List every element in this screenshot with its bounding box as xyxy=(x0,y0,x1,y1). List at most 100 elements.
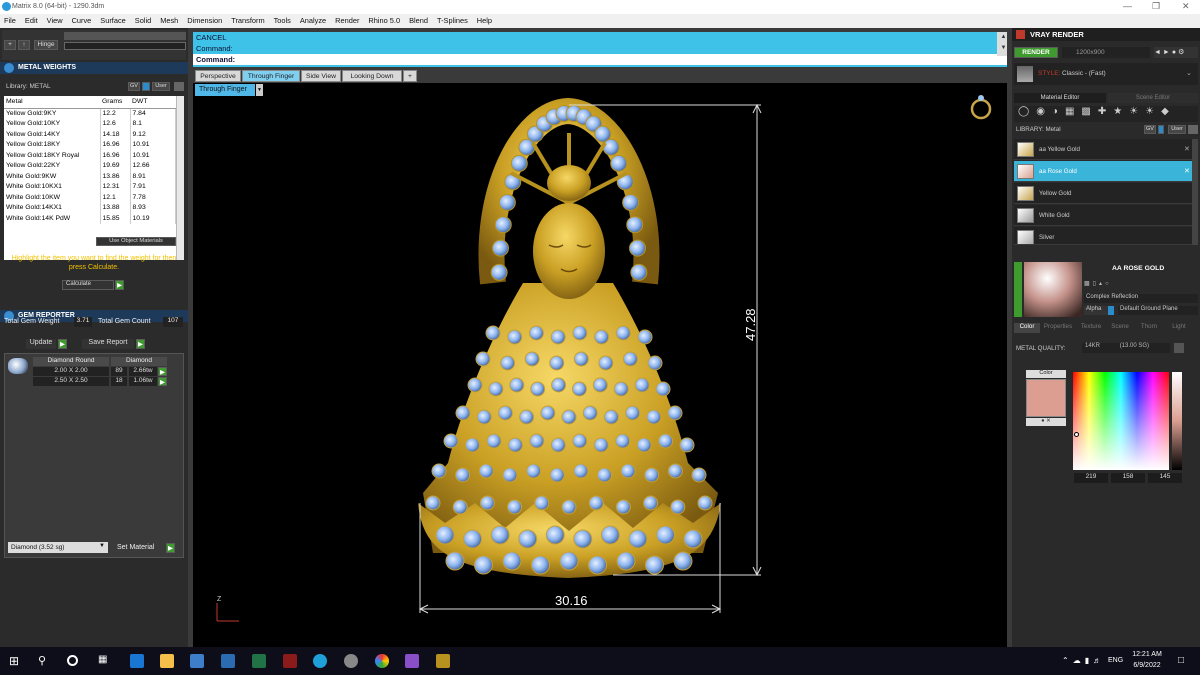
render-button[interactable]: RENDER xyxy=(1014,47,1058,58)
add-view-tab-button[interactable]: + xyxy=(403,70,417,82)
metal-row[interactable]: Yellow Gold:22KY 19.69 12.66 xyxy=(4,160,176,171)
subtab-scene[interactable]: Scene xyxy=(1106,323,1134,333)
3d-viewport[interactable]: 47.28 30.16 Z xyxy=(193,83,1007,647)
cortana-icon[interactable] xyxy=(67,655,78,666)
app-red-icon[interactable] xyxy=(283,654,297,668)
material-toolbar[interactable]: ◯◉◑▦▩✚★☀☀◆ xyxy=(1014,106,1198,122)
material-tools-icon[interactable]: ▩▯▴○ xyxy=(1084,280,1198,290)
reflection-select[interactable]: Complex Reflection xyxy=(1084,294,1198,303)
task-view-icon[interactable]: ▦ xyxy=(98,654,112,668)
app-purple-icon[interactable] xyxy=(405,654,419,668)
rgb-red-field[interactable]: 219 xyxy=(1074,473,1108,483)
metal-quality-select[interactable]: 14KR (13.00 SG) xyxy=(1082,343,1170,353)
brightness-slider[interactable] xyxy=(1172,372,1182,470)
clock-date[interactable]: 6/9/2022 xyxy=(1131,662,1163,669)
metal-quality-button[interactable] xyxy=(1174,343,1184,353)
menu-dimension[interactable]: Dimension xyxy=(183,14,227,28)
tab-through-finger[interactable]: Through Finger xyxy=(242,70,300,82)
add-icon[interactable]: + xyxy=(4,40,16,50)
gv-button[interactable]: GV xyxy=(128,82,140,91)
notification-icon[interactable]: □ xyxy=(1178,655,1184,666)
style-row[interactable]: STYLE: Classic - (Fast) ⌄ xyxy=(1014,63,1198,85)
material-item-white-gold[interactable]: White Gold xyxy=(1014,205,1198,226)
menu-rhino[interactable]: Rhino 5.0 xyxy=(364,14,405,28)
calculate-button[interactable]: Calculate xyxy=(62,280,114,290)
menu-tools[interactable]: Tools xyxy=(270,14,296,28)
tray-icons[interactable]: ⌃☁▮♬ xyxy=(1062,656,1105,665)
tab-side-view[interactable]: Side View xyxy=(301,70,341,82)
set-material-go-icon[interactable]: ▶ xyxy=(166,543,175,553)
ring-icon[interactable] xyxy=(970,95,992,120)
menu-help[interactable]: Help xyxy=(473,14,497,28)
color-spectrum[interactable] xyxy=(1073,372,1169,470)
tab-scene-editor[interactable]: Scene Editor xyxy=(1108,93,1198,103)
menu-mesh[interactable]: Mesh xyxy=(156,14,183,28)
hinge-button[interactable]: Hinge xyxy=(34,40,58,50)
menu-render[interactable]: Render xyxy=(331,14,364,28)
toolbar-slider[interactable] xyxy=(64,42,186,50)
alpha-toggle[interactable] xyxy=(1108,306,1114,315)
user-toggle[interactable] xyxy=(174,82,184,91)
vray-gv-toggle[interactable] xyxy=(1158,125,1164,134)
rhino-icon[interactable] xyxy=(344,654,358,668)
color-picker-handle[interactable] xyxy=(1074,432,1079,437)
file-explorer-icon[interactable] xyxy=(160,654,174,668)
menu-blend[interactable]: Blend xyxy=(405,14,433,28)
menu-curve[interactable]: Curve xyxy=(68,14,97,28)
col-grams[interactable]: Grams xyxy=(100,96,130,109)
subtab-thorn[interactable]: Thorn xyxy=(1134,323,1164,333)
excel-icon[interactable] xyxy=(252,654,266,668)
update-button[interactable]: Update xyxy=(26,339,56,349)
material-item-silver[interactable]: Silver xyxy=(1014,227,1198,245)
language-indicator[interactable]: ENG xyxy=(1108,657,1123,664)
material-item-yellow-gold[interactable]: Yellow Gold xyxy=(1014,183,1198,204)
vray-user-button[interactable]: User xyxy=(1168,125,1186,134)
gem-row-2-select-icon[interactable]: ▶ xyxy=(158,377,167,386)
material-item-aa-yellow-gold[interactable]: aa Yellow Gold ✕ xyxy=(1014,139,1198,160)
gem-row-2-size[interactable]: 2.50 X 2.50 xyxy=(33,377,109,386)
store-icon[interactable] xyxy=(190,654,204,668)
save-report-button[interactable]: Save Report xyxy=(82,339,134,349)
chevron-down-icon[interactable]: ▼ xyxy=(99,543,107,552)
menu-view[interactable]: View xyxy=(43,14,68,28)
menu-surface[interactable]: Surface xyxy=(96,14,130,28)
command-scrollbar[interactable]: ▲ ▼ xyxy=(997,32,1007,56)
view-menu-chevron-icon[interactable]: ▼ xyxy=(256,84,263,96)
material-item-aa-rose-gold[interactable]: aa Rose Gold ✕ xyxy=(1014,161,1198,182)
subtab-color[interactable]: Color xyxy=(1014,323,1040,333)
use-object-materials-button[interactable]: Use Object Materials xyxy=(96,237,176,246)
active-view-label[interactable]: Through Finger xyxy=(195,84,255,96)
metal-row[interactable]: White Gold:10KW 12.1 7.78 xyxy=(4,192,176,203)
table-scrollbar[interactable] xyxy=(176,96,184,260)
metal-row[interactable]: Yellow Gold:18KY 16.96 10.91 xyxy=(4,139,176,150)
user-button[interactable]: User xyxy=(152,82,170,91)
maximize-icon[interactable]: ❐ xyxy=(1152,1,1160,12)
subtab-texture[interactable]: Texture xyxy=(1076,323,1106,333)
remove-icon[interactable]: ✕ xyxy=(1184,167,1190,175)
metal-row[interactable]: White Gold:9KW 13.86 8.91 xyxy=(4,171,176,182)
metal-row[interactable]: Yellow Gold:18KY Royal 16.96 10.91 xyxy=(4,150,176,161)
gem-row-1-size[interactable]: 2.00 X 2.00 xyxy=(33,367,109,376)
metal-row[interactable]: Yellow Gold:10KY 12.6 8.1 xyxy=(4,118,176,129)
menu-transform[interactable]: Transform xyxy=(227,14,269,28)
tab-looking-down[interactable]: Looking Down xyxy=(342,70,402,82)
menu-solid[interactable]: Solid xyxy=(131,14,156,28)
remove-icon[interactable]: ✕ xyxy=(1184,145,1190,153)
expand-arrow-icon[interactable] xyxy=(1014,262,1022,317)
render-controls-icon[interactable]: ◄►●⚙ xyxy=(1154,47,1198,58)
col-metal[interactable]: Metal xyxy=(4,96,100,109)
metal-row[interactable]: White Gold:10KX1 12.31 7.91 xyxy=(4,181,176,192)
matrix-icon[interactable] xyxy=(436,654,450,668)
tab-material-editor[interactable]: Material Editor xyxy=(1014,93,1106,103)
menu-edit[interactable]: Edit xyxy=(21,14,43,28)
menu-analyze[interactable]: Analyze xyxy=(296,14,331,28)
subtab-light[interactable]: Light xyxy=(1164,323,1194,333)
ground-plane-select[interactable]: Default Ground Plane xyxy=(1118,306,1198,315)
rgb-blue-field[interactable]: 145 xyxy=(1148,473,1182,483)
color-swatch[interactable] xyxy=(1026,379,1066,417)
mail-icon[interactable] xyxy=(221,654,235,668)
update-go-icon[interactable]: ▶ xyxy=(58,339,67,349)
viewport-canvas[interactable]: 47.28 30.16 Z xyxy=(193,83,1007,647)
menu-file[interactable]: File xyxy=(0,14,21,28)
calculate-go-icon[interactable]: ▶ xyxy=(115,280,124,290)
